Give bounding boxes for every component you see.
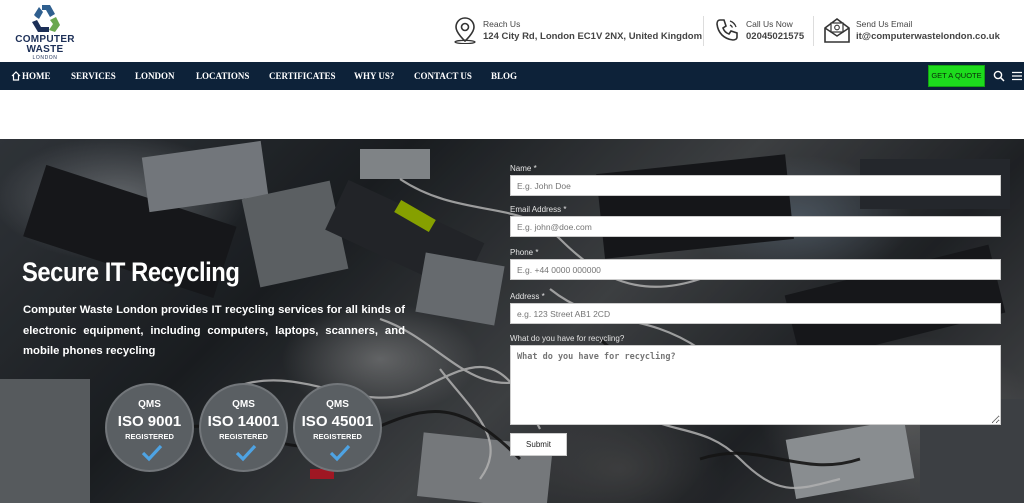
contact-phone: Call Us Now 02045021575 bbox=[713, 16, 813, 46]
menu-icon[interactable] bbox=[1011, 70, 1023, 82]
email-field[interactable] bbox=[510, 216, 1001, 237]
phone-field[interactable] bbox=[510, 259, 1001, 280]
contact-email-value[interactable]: it@computerwastelondon.co.uk bbox=[856, 31, 1000, 42]
address-label: Address * bbox=[510, 292, 545, 301]
badge-standard: ISO 14001 bbox=[207, 413, 280, 430]
badge-brand: QMS bbox=[232, 399, 255, 410]
badge-standard: ISO 45001 bbox=[301, 413, 374, 430]
name-field[interactable] bbox=[510, 175, 1001, 196]
hero-section: Secure IT Recycling Computer Waste Londo… bbox=[0, 139, 1024, 503]
contact-address-label: Reach Us bbox=[483, 19, 521, 29]
nav-item-why-us[interactable]: WHY US? bbox=[354, 71, 394, 81]
email-label: Email Address * bbox=[510, 205, 567, 214]
nav-item-certificates[interactable]: CERTIFICATES bbox=[269, 71, 336, 81]
location-pin-icon bbox=[454, 17, 476, 44]
badge-standard: ISO 9001 bbox=[117, 413, 182, 430]
submit-button[interactable]: Submit bbox=[510, 433, 567, 456]
phone-icon bbox=[716, 19, 738, 41]
phone-label: Phone * bbox=[510, 248, 539, 257]
iso-14001-badge: QMS ISO 14001 REGISTERED bbox=[199, 383, 288, 472]
get-a-quote-button[interactable]: GET A QUOTE bbox=[928, 65, 985, 87]
nav-item-contact-us[interactable]: CONTACT US bbox=[414, 71, 472, 81]
recycling-textarea[interactable] bbox=[510, 345, 1001, 425]
contact-divider bbox=[703, 16, 704, 46]
recycling-label: What do you have for recycling? bbox=[510, 334, 625, 343]
badge-status: REGISTERED bbox=[125, 432, 174, 441]
nav-item-home[interactable]: HOME bbox=[22, 71, 51, 81]
iso-9001-badge: QMS ISO 9001 REGISTERED bbox=[105, 383, 194, 472]
checkmark-icon bbox=[141, 444, 163, 462]
checkmark-icon bbox=[235, 444, 257, 462]
contact-address: Reach Us 124 City Rd, London EC1V 2NX, U… bbox=[451, 16, 702, 46]
contact-divider bbox=[813, 16, 814, 46]
iso-45001-badge: QMS ISO 45001 REGISTERED bbox=[293, 383, 382, 472]
badge-brand: QMS bbox=[326, 399, 349, 410]
contact-email-label: Send Us Email bbox=[856, 19, 913, 29]
contact-address-value: 124 City Rd, London EC1V 2NX, United Kin… bbox=[483, 31, 703, 42]
email-icon bbox=[824, 18, 850, 43]
nav-item-london[interactable]: LONDON bbox=[135, 71, 175, 81]
contact-phone-value[interactable]: 02045021575 bbox=[746, 31, 804, 42]
contact-phone-label: Call Us Now bbox=[746, 19, 793, 29]
home-icon[interactable] bbox=[11, 71, 21, 81]
main-nav: HOME SERVICES LONDON LOCATIONS CERTIFICA… bbox=[0, 62, 1024, 90]
logo-text-waste: WASTE bbox=[26, 44, 64, 55]
nav-item-services[interactable]: SERVICES bbox=[71, 71, 116, 81]
nav-item-blog[interactable]: BLOG bbox=[491, 71, 517, 81]
address-field[interactable] bbox=[510, 303, 1001, 324]
nav-item-locations[interactable]: LOCATIONS bbox=[196, 71, 249, 81]
name-label: Name * bbox=[510, 164, 537, 173]
checkmark-icon bbox=[329, 444, 351, 462]
contact-email: Send Us Email it@computerwastelondon.co.… bbox=[823, 16, 1018, 46]
recycle-logo-icon bbox=[32, 5, 60, 32]
logo-text-london: LONDON bbox=[32, 55, 58, 61]
badge-status: REGISTERED bbox=[313, 432, 362, 441]
hero-title: Secure IT Recycling bbox=[22, 257, 240, 287]
hero-description: Computer Waste London provides IT recycl… bbox=[23, 304, 405, 357]
top-bar: COMPUTER WASTE LONDON Reach Us 124 City … bbox=[0, 0, 1024, 62]
search-icon[interactable] bbox=[993, 70, 1005, 82]
badge-brand: QMS bbox=[138, 399, 161, 410]
badge-status: REGISTERED bbox=[219, 432, 268, 441]
site-logo[interactable]: COMPUTER WASTE LONDON bbox=[6, 2, 84, 61]
